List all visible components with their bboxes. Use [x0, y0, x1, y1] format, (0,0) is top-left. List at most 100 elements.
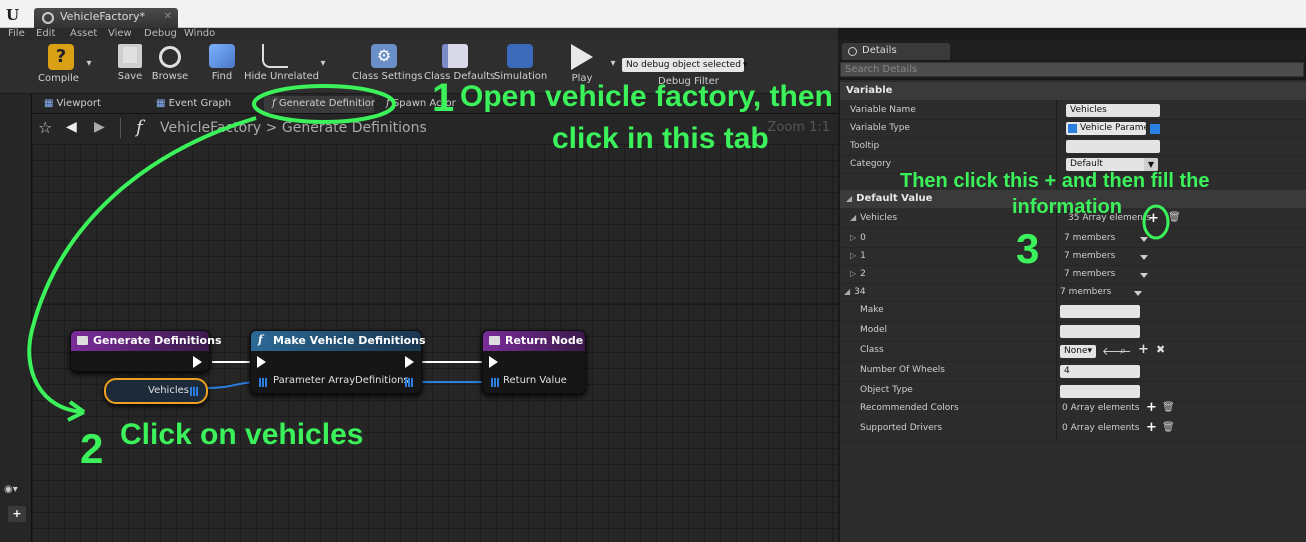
tab-generate-definitions[interactable]: f Generate Definitior: [264, 96, 375, 113]
make-label: Make: [860, 305, 884, 315]
view-options-icon[interactable]: ◉▾: [4, 484, 18, 495]
find-button[interactable]: Find: [204, 44, 240, 82]
add-icon[interactable]: +: [8, 506, 26, 522]
category-value: Default: [1070, 159, 1103, 169]
annotation-step-1-number: 1: [432, 76, 455, 120]
class-select[interactable]: None▾: [1060, 345, 1096, 358]
vehicles-variable-node[interactable]: Vehicles: [104, 378, 208, 404]
make-field[interactable]: [1060, 305, 1140, 318]
close-icon[interactable]: ✕: [164, 11, 172, 22]
variable-name-field[interactable]: Vehicles: [1066, 104, 1160, 117]
object-type-field[interactable]: [1060, 385, 1140, 398]
use-selected-arrow-icon[interactable]: 🡐: [1102, 344, 1132, 358]
make-node-header: f Make Vehicle Definitions: [251, 331, 426, 351]
function-icon: f: [136, 117, 143, 138]
trash-icon[interactable]: 🗑: [1168, 212, 1181, 223]
star-icon[interactable]: ☆: [38, 118, 52, 137]
play-button[interactable]: Play: [564, 44, 600, 84]
array-pin-icon[interactable]: [491, 378, 500, 387]
tooltip-field[interactable]: [1066, 140, 1160, 153]
model-field[interactable]: [1060, 325, 1140, 338]
compile-options-icon[interactable]: ▾: [84, 58, 94, 69]
wheels-field[interactable]: 4: [1060, 365, 1140, 378]
menu-view[interactable]: View: [108, 28, 132, 39]
array-pin-icon[interactable]: [405, 378, 414, 387]
viewport-icon: ▦: [44, 98, 57, 109]
wheels-label: Number Of Wheels: [860, 365, 945, 375]
collapse-arrow-icon[interactable]: ◢: [850, 213, 856, 222]
trash-icon[interactable]: 🗑: [1162, 422, 1175, 433]
exec-in-pin[interactable]: [489, 356, 498, 368]
expand-arrow-icon[interactable]: ▷: [850, 233, 856, 242]
element-0-label-wrap: ▷ 0: [850, 233, 866, 243]
entry-node[interactable]: Generate Definitions: [70, 330, 222, 372]
array-element-row: ▷ 0 7 members: [840, 230, 1306, 248]
graph-canvas[interactable]: Generate Definitions Vehicles f Make Veh…: [32, 144, 838, 542]
element-value: 7 members: [1064, 233, 1116, 243]
find-label: Find: [211, 71, 233, 82]
debug-object-select[interactable]: No debug object selected ▾: [622, 58, 747, 72]
add-icon[interactable]: +: [1146, 420, 1157, 435]
binoculars-icon: [209, 44, 235, 68]
menu-window[interactable]: Windo: [184, 28, 215, 39]
chevron-down-icon[interactable]: [1140, 255, 1148, 260]
expand-arrow-icon[interactable]: ▷: [850, 251, 856, 260]
chevron-down-icon[interactable]: [1140, 237, 1148, 242]
add-icon[interactable]: +: [1146, 400, 1157, 415]
array-pin-icon[interactable]: [190, 387, 199, 396]
hide-unrelated-button[interactable]: Hide Unrelated: [244, 44, 320, 82]
browse-button[interactable]: Browse: [150, 44, 190, 82]
menu-asset[interactable]: Asset: [70, 28, 97, 39]
tab-details[interactable]: Details: [842, 43, 950, 60]
menu-file[interactable]: File: [8, 28, 25, 39]
compile-button[interactable]: ? Compile: [38, 44, 84, 84]
variable-type-select[interactable]: Vehicle Parame: [1066, 122, 1146, 135]
element-2-label-wrap: ▷ 2: [850, 269, 866, 279]
array-pin-icon[interactable]: [259, 378, 268, 387]
exec-out-pin[interactable]: [405, 356, 414, 368]
hide-unrelated-options-icon[interactable]: ▾: [318, 58, 328, 69]
container-type-icon[interactable]: [1150, 124, 1160, 134]
tab-event-graph[interactable]: ▦ Event Graph: [148, 96, 239, 113]
menu-edit[interactable]: Edit: [36, 28, 55, 39]
add-element-icon[interactable]: +: [1148, 211, 1159, 226]
add-icon[interactable]: +: [1138, 342, 1149, 357]
recommended-colors-row: Recommended Colors 0 Array elements + 🗑: [840, 400, 1306, 422]
details-search-input[interactable]: Search Details: [840, 62, 1304, 77]
make-vehicle-definitions-node[interactable]: f Make Vehicle Definitions Parameter Arr…: [250, 330, 426, 394]
class-label: Class: [860, 345, 884, 355]
chevron-down-icon[interactable]: [1140, 273, 1148, 278]
back-arrow-icon[interactable]: ◀: [66, 119, 77, 135]
save-button[interactable]: Save: [114, 44, 146, 82]
play-options-icon[interactable]: ▾: [608, 58, 618, 69]
document-tab[interactable]: VehicleFactory* ✕: [34, 8, 178, 28]
recommended-colors-value: 0 Array elements: [1062, 403, 1140, 413]
simulation-button[interactable]: Simulation: [494, 44, 547, 82]
menu-debug[interactable]: Debug: [144, 28, 177, 39]
tooltip-row: Tooltip: [840, 138, 1306, 156]
hide-unrelated-label: Hide Unrelated: [244, 71, 320, 82]
class-settings-button[interactable]: ⚙ Class Settings: [352, 44, 423, 82]
function-entry-icon: [77, 336, 88, 345]
forward-arrow-icon[interactable]: ▶: [94, 119, 105, 135]
variable-type-value: Vehicle Parame: [1080, 123, 1146, 133]
ue-blueprint-editor: U VehicleFactory* ✕ File Edit Asset View…: [0, 0, 1306, 542]
variable-category[interactable]: Variable: [840, 82, 1306, 100]
return-node[interactable]: Return Node Return Value: [482, 330, 586, 394]
exec-out-pin[interactable]: [193, 356, 202, 368]
browse-icon[interactable]: ⌕: [1120, 344, 1126, 358]
event-graph-icon: ▦: [156, 98, 169, 109]
class-row: Class None▾ 🡐 ⌕ + ✖: [840, 342, 1306, 362]
breadcrumb-root[interactable]: VehicleFactory: [160, 120, 261, 136]
collapse-arrow-icon[interactable]: ◢: [844, 287, 850, 296]
tab-viewport[interactable]: ▦ Viewport: [36, 96, 109, 113]
chevron-down-icon[interactable]: [1134, 291, 1142, 296]
return-node-title: Return Node: [505, 334, 584, 347]
expand-arrow-icon[interactable]: ▷: [850, 269, 856, 278]
compile-icon: ?: [48, 44, 74, 70]
tab-details-label: Details: [862, 45, 897, 56]
tab-event-graph-label: Event Graph: [168, 98, 232, 109]
clear-icon[interactable]: ✖: [1156, 343, 1165, 356]
trash-icon[interactable]: 🗑: [1162, 402, 1175, 413]
exec-in-pin[interactable]: [257, 356, 266, 368]
